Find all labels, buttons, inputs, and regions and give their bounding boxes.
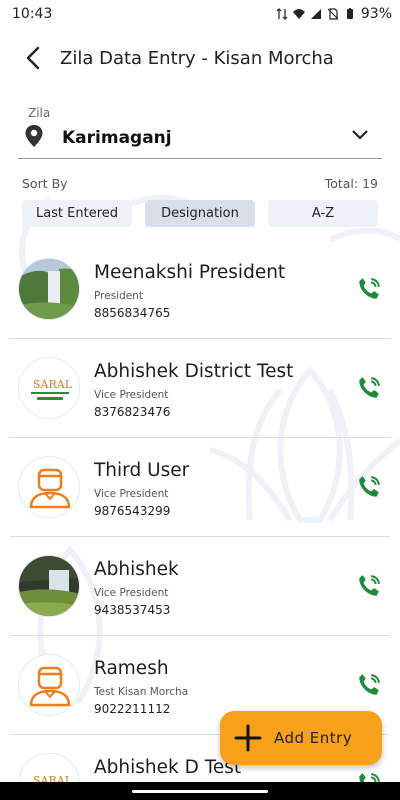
entry-name: Ramesh <box>94 658 169 679</box>
entry-phone: 8856834765 <box>94 306 171 320</box>
app-bar: Zila Data Entry - Kisan Morcha <box>0 30 400 86</box>
list-item[interactable]: Abhishek Vice President 9438537453 <box>0 537 400 636</box>
entry-designation: President <box>94 290 143 302</box>
location-pin-icon <box>25 125 43 147</box>
total-count: Total: 19 <box>324 176 378 191</box>
zila-label: Zila <box>28 106 51 120</box>
entry-name: Third User <box>94 460 190 481</box>
entry-phone: 9876543299 <box>94 504 171 518</box>
phone-call-icon[interactable] <box>356 573 382 599</box>
status-bar: 10:43 93% <box>0 0 400 28</box>
entry-designation: Vice President <box>94 488 169 500</box>
signal-icon <box>310 9 321 19</box>
phone-call-icon[interactable] <box>356 276 382 302</box>
battery-icon <box>346 8 353 19</box>
add-entry-label: Add Entry <box>274 729 353 747</box>
home-handle[interactable] <box>132 790 268 793</box>
person-icon <box>19 655 79 715</box>
entry-designation: Test Kisan Morcha <box>94 686 189 698</box>
chevron-down-icon[interactable] <box>352 130 368 140</box>
entry-name: Abhishek <box>94 559 179 580</box>
zila-select[interactable]: Zila Karimaganj <box>18 106 382 159</box>
back-button[interactable] <box>10 35 56 81</box>
arrow-left-icon <box>26 46 40 70</box>
avatar-placeholder <box>18 456 80 518</box>
sort-designation-button[interactable]: Designation <box>145 200 255 227</box>
sort-last-entered-button[interactable]: Last Entered <box>22 200 132 227</box>
sort-header: Sort By Total: 19 <box>22 176 378 192</box>
waterfall-photo-icon <box>19 556 79 616</box>
data-arrows-icon <box>276 8 288 20</box>
phone-call-icon[interactable] <box>356 375 382 401</box>
saral-logo-text: SARAL <box>33 378 73 391</box>
entry-name: Abhishek District Test <box>94 361 294 382</box>
wifi-icon <box>292 9 305 19</box>
waterfall-photo-icon <box>19 259 79 319</box>
list-item[interactable]: Third User Vice President 9876543299 <box>0 438 400 537</box>
battery-level: 93% <box>360 6 392 22</box>
zila-value: Karimaganj <box>62 128 172 148</box>
entry-name: Meenakshi President <box>94 262 286 283</box>
sort-label: Sort By <box>22 176 68 191</box>
entry-phone: 9438537453 <box>94 603 171 617</box>
entry-phone: 9022211112 <box>94 702 171 716</box>
system-nav-bar <box>0 782 400 800</box>
entry-phone: 8376823476 <box>94 405 171 419</box>
phone-call-icon[interactable] <box>356 672 382 698</box>
sort-a-z-button[interactable]: A-Z <box>268 200 378 227</box>
entry-name: Abhishek D Test <box>94 757 242 778</box>
add-entry-button[interactable]: Add Entry <box>220 711 382 765</box>
avatar-photo <box>18 555 80 617</box>
saral-logo-icon: SARAL <box>19 358 79 418</box>
phone-call-icon[interactable] <box>356 474 382 500</box>
status-time: 10:43 <box>12 6 53 22</box>
entry-designation: Vice President <box>94 389 169 401</box>
avatar-photo <box>18 258 80 320</box>
page-title: Zila Data Entry - Kisan Morcha <box>60 47 334 69</box>
list-item[interactable]: SARAL Abhishek District Test Vice Presid… <box>0 339 400 438</box>
avatar-placeholder <box>18 654 80 716</box>
avatar-logo: SARAL <box>18 357 80 419</box>
entry-designation: Vice President <box>94 587 169 599</box>
no-sim-icon <box>327 8 339 20</box>
person-icon <box>19 457 79 517</box>
sort-options: Last Entered Designation A-Z <box>22 200 378 228</box>
plus-icon <box>234 724 262 752</box>
list-item[interactable]: Meenakshi President President 8856834765 <box>0 240 400 339</box>
